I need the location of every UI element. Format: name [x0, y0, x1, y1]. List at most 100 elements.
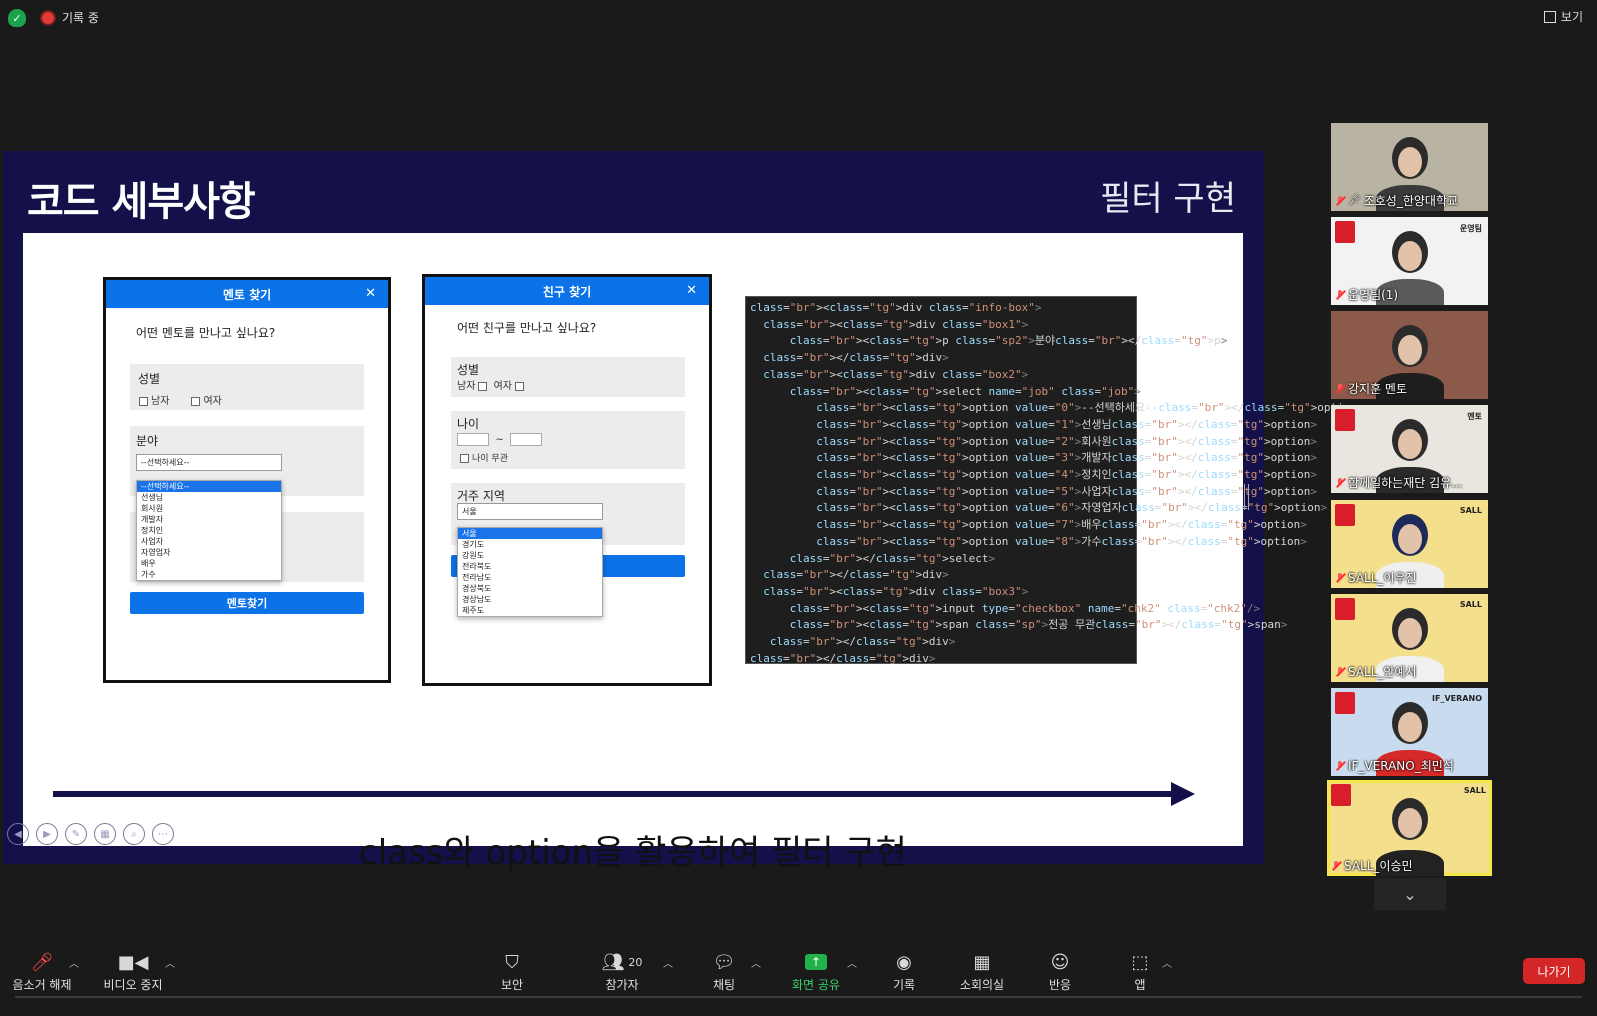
slide-controls: ◀ ▶ ✎ ▦ ⌕ ⋯	[7, 823, 174, 845]
share-caret-icon[interactable]: ︿	[847, 955, 857, 970]
participant-avatar	[1391, 514, 1428, 556]
code-line: class="br"><class="tg">input type="check…	[789, 601, 1261, 615]
more-icon[interactable]: ⋯	[152, 823, 174, 845]
participant-face	[1397, 618, 1422, 648]
slide-caption: class와 option을 활용하여 필터 구현	[359, 833, 907, 873]
apps-button[interactable]: ⬚ 앱	[1120, 950, 1160, 993]
dropdown-option: 전라북도	[462, 562, 492, 571]
logo-badge-icon	[1335, 221, 1355, 243]
code-line: class="br"></class="tg">div>	[763, 568, 949, 582]
participants-icon: 👥︎ 20	[601, 951, 643, 973]
dropdown-option: 강원도	[462, 551, 485, 560]
dropdown-option: 가수	[141, 570, 156, 579]
code-line: class="br"><class="tg">option value="8">…	[816, 534, 1307, 548]
video-options-caret-icon[interactable]: ︿	[165, 955, 175, 970]
participant-name: 강지훈 멘토	[1348, 382, 1408, 396]
participant-tile[interactable]: SALL SALL_이우진	[1331, 500, 1488, 588]
participant-tile[interactable]: 📌︎ 조호성_한양대학교	[1331, 123, 1488, 211]
participants-label: 참가자	[605, 978, 639, 992]
participant-face	[1397, 429, 1422, 459]
male-checkbox	[478, 381, 488, 391]
participant-tile[interactable]: 운영팀 운영팀(1)	[1331, 217, 1488, 305]
participant-name: SALL_이승민	[1344, 859, 1413, 873]
view-label: 보기	[1560, 10, 1583, 24]
participant-avatar	[1391, 137, 1428, 179]
chevron-down-icon: ⌄	[1403, 884, 1417, 904]
participant-tile[interactable]: 멘토 함께일하는재단 김유...	[1331, 405, 1488, 493]
participant-tile[interactable]: IF_VERANO IF_VERANO_최민석	[1331, 688, 1488, 776]
code-line: class="br"><class="tg">div class="box2">	[763, 367, 1029, 381]
participant-name: SALL_이우진	[1348, 571, 1417, 585]
dropdown-option: 제주도	[462, 606, 485, 615]
breakout-rooms-label: 소회의실	[959, 978, 1005, 992]
participant-tile[interactable]: SALL SALL_안예서	[1331, 594, 1488, 682]
friend-gender-field: 성별 남자 여자	[451, 357, 685, 397]
security-button[interactable]: ⛉ 보안	[492, 950, 532, 993]
gender-label: 성별	[457, 363, 480, 377]
recording-icon	[42, 12, 54, 24]
record-button[interactable]: ◉ 기록	[884, 950, 924, 993]
code-line: class="br"></class="tg">select>	[789, 551, 996, 565]
mentor-panel: 멘토 찾기 ✕ 어떤 멘토를 만나고 싶나요? 성별 남자 여자 분야 --선택…	[103, 277, 391, 683]
zoom-icon[interactable]: ⌕	[123, 823, 145, 845]
participants-button[interactable]: 👥︎ 20 참가자	[594, 950, 650, 993]
unmute-button[interactable]: 🎤︎ 음소거 해제	[8, 950, 76, 993]
gender-options: 남자 여자	[136, 392, 222, 407]
share-screen-label: 화면 공유	[792, 978, 840, 992]
view-button[interactable]: 보기	[1543, 8, 1583, 25]
toolbar-divider	[15, 996, 1582, 998]
record-label: 기록	[892, 978, 916, 992]
participant-face	[1397, 241, 1422, 271]
reactions-button[interactable]: ☺ 반응	[1040, 950, 1080, 993]
participant-face	[1397, 808, 1422, 838]
breakout-rooms-button[interactable]: ▦ 소회의실	[954, 950, 1010, 993]
apps-caret-icon[interactable]: ︿	[1162, 955, 1172, 970]
scroll-down-button[interactable]: ⌄	[1374, 878, 1446, 910]
age-any-label: 나이 무관	[472, 454, 508, 464]
field-label: 분야	[136, 434, 159, 448]
pen-icon[interactable]: ✎	[65, 823, 87, 845]
find-mentor-button: 멘토찾기	[130, 592, 364, 614]
participant-count: 20	[628, 955, 643, 969]
participant-avatar	[1391, 608, 1428, 650]
security-shield-icon[interactable]: ✓	[8, 9, 26, 27]
next-icon[interactable]: ▶	[36, 823, 58, 845]
video-camera-icon: ■◀︎	[117, 951, 149, 973]
reactions-icon: ☺	[1050, 951, 1070, 973]
age-label: 나이	[457, 417, 480, 431]
participant-tag: IF_VERANO	[1432, 694, 1482, 703]
slide-title: 코드 세부사항	[27, 179, 256, 225]
security-label: 보안	[500, 978, 524, 992]
record-icon: ◉	[896, 951, 912, 973]
slide-content: 멘토 찾기 ✕ 어떤 멘토를 만나고 싶나요? 성별 남자 여자 분야 --선택…	[23, 233, 1364, 873]
participant-name: SALL_안예서	[1348, 665, 1417, 679]
dropdown-option: 배우	[141, 559, 156, 568]
participants-caret-icon[interactable]: ︿	[663, 955, 673, 970]
chat-icon: 💬︎	[712, 951, 736, 973]
stop-video-button[interactable]: ■◀︎ 비디오 중지	[98, 950, 168, 993]
age-max-input	[510, 433, 543, 446]
dropdown-option: 사업자	[141, 537, 164, 546]
resize-handle[interactable]	[1244, 484, 1249, 510]
shield-icon: ⛉	[505, 951, 519, 973]
code-snippet: class="br"><class="tg">div class="info-b…	[745, 296, 1364, 665]
participant-tile[interactable]: 강지훈 멘토	[1331, 311, 1488, 399]
code-line: class="br"><class="tg">div class="box1">	[763, 317, 1029, 331]
slide-subtitle: 필터 구현	[1100, 179, 1236, 219]
audio-options-caret-icon[interactable]: ︿	[69, 955, 79, 970]
close-icon: ✕	[686, 283, 697, 298]
region-select: 서울	[457, 503, 603, 520]
previous-icon[interactable]: ◀	[7, 823, 29, 845]
participant-name-row: 강지훈 멘토	[1335, 380, 1407, 397]
slides-icon[interactable]: ▦	[94, 823, 116, 845]
participant-tile[interactable]: SALL SALL_이승민	[1327, 780, 1492, 876]
participant-tag: 운영팀	[1459, 224, 1482, 233]
participant-face	[1397, 712, 1422, 742]
leave-button[interactable]: 나가기	[1523, 958, 1585, 984]
share-screen-button[interactable]: ↑ 화면 공유	[786, 950, 846, 993]
chat-button[interactable]: 💬︎ 채팅	[704, 950, 744, 993]
age-any-row: 나이 무관	[457, 451, 508, 464]
microphone-muted-icon	[1335, 666, 1345, 678]
chat-caret-icon[interactable]: ︿	[751, 955, 761, 970]
apps-label: 앱	[1134, 978, 1146, 992]
